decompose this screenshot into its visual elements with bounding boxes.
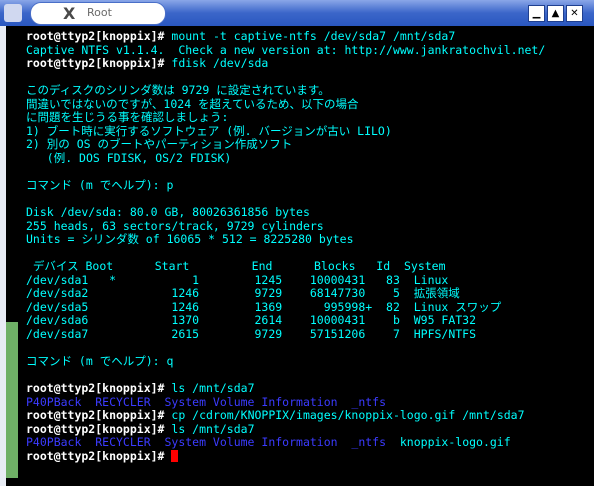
terminal-text: (例. DOS FDISK, OS/2 FDISK) xyxy=(26,150,232,165)
terminal-line: 255 heads, 63 sectors/track, 9729 cylind… xyxy=(26,218,545,234)
close-button[interactable]: ✕ xyxy=(566,5,583,22)
terminal-line: Units = シリンダ数 of 16065 * 512 = 8225280 b… xyxy=(26,232,545,247)
terminal-line: /dev/sda6 1370 2614 10000431 b W95 FAT32 xyxy=(26,314,545,328)
terminal-text: /dev/sda7 2615 9729 57151206 7 HPFS/NTFS xyxy=(26,327,477,342)
terminal-text: Units = シリンダ数 of 16065 * 512 = 8225280 b… xyxy=(26,232,354,247)
terminal-area[interactable]: root@ttyp2[knoppix]# mount -t captive-nt… xyxy=(6,26,594,486)
directory-listing: P40PBack RECYCLER System Volume Informat… xyxy=(26,435,387,450)
terminal-line: /dev/sda7 2615 9729 57151206 7 HPFS/NTFS xyxy=(26,327,545,342)
terminal-line: 1) ブート時に実行するソフトウェア (例. バージョンが古い LILO) xyxy=(26,123,545,139)
x-logo-icon: X xyxy=(63,4,76,23)
terminal-line: P40PBack RECYCLER System Volume Informat… xyxy=(26,436,545,450)
terminal-text: ls /mnt/sda7 xyxy=(164,381,255,396)
terminal-output: root@ttyp2[knoppix]# mount -t captive-nt… xyxy=(26,29,546,464)
shell-prompt: root@ttyp2[knoppix]# xyxy=(26,408,165,423)
terminal-text: /dev/sda2 1246 9729 68147730 5 拡張領域 xyxy=(26,286,460,301)
terminal-line: Captive NTFS v1.1.4. Check a new version… xyxy=(26,42,546,58)
terminal-text: 2) 別の OS のブートやパーティション作成ソフト xyxy=(26,137,293,152)
terminal-text: Disk /dev/sda: 80.0 GB, 80026361856 byte… xyxy=(26,205,310,220)
minimize-button[interactable]: ▁ xyxy=(528,5,545,22)
terminal-line: /dev/sda1 * 1 1245 10000431 83 Linux xyxy=(26,272,545,288)
terminal-line: root@ttyp2[knoppix]# ls /mnt/sda7 xyxy=(26,421,545,437)
terminal-text: /dev/sda6 1370 2614 10000431 b W95 FAT32 xyxy=(26,313,477,328)
text-cursor xyxy=(171,449,179,462)
window-menu-icon[interactable] xyxy=(4,4,22,22)
terminal-text: デバイス Boot Start End Blocks Id System xyxy=(26,259,446,274)
terminal-line: に問題を生じうる事を確認しましょう: xyxy=(26,111,545,125)
terminal-line: コマンド (m でヘルプ): p xyxy=(26,178,545,193)
shell-prompt: root@ttyp2[knoppix]# xyxy=(26,56,165,71)
shell-prompt: root@ttyp2[knoppix]# xyxy=(26,448,165,463)
terminal-text: Captive NTFS v1.1.4. Check a new version… xyxy=(26,42,546,57)
terminal-line: root@ttyp2[knoppix]# fdisk /dev/sda xyxy=(26,56,545,71)
terminal-text: ls /mnt/sda7 xyxy=(164,421,255,436)
terminal-text: 1) ブート時に実行するソフトウェア (例. バージョンが古い LILO) xyxy=(26,123,392,138)
terminal-line: root@ttyp2[knoppix]# mount -t captive-nt… xyxy=(26,29,545,44)
terminal-line: Disk /dev/sda: 80.0 GB, 80026361856 byte… xyxy=(26,205,545,220)
terminal-line: root@ttyp2[knoppix]# xyxy=(26,448,545,464)
terminal-line: root@ttyp2[knoppix]# cp /cdrom/KNOPPIX/i… xyxy=(26,409,545,423)
terminal-scrollbar[interactable] xyxy=(6,322,18,478)
shell-prompt: root@ttyp2[knoppix]# xyxy=(26,421,165,436)
terminal-line: /dev/sda2 1246 9729 68147730 5 拡張領域 xyxy=(26,287,545,301)
terminal-text: knoppix-logo.gif xyxy=(386,435,511,450)
terminal-text: 255 heads, 63 sectors/track, 9729 cylind… xyxy=(26,218,324,233)
terminal-line: デバイス Boot Start End Blocks Id System xyxy=(26,260,545,274)
terminal-line: /dev/sda5 1246 1369 995998+ 82 Linux スワッ… xyxy=(26,299,545,315)
terminal-text: コマンド (m でヘルプ): q xyxy=(26,354,174,369)
terminal-line: このディスクのシリンダ数は 9729 に設定されています。 xyxy=(26,83,545,98)
terminal-text: fdisk /dev/sda xyxy=(164,56,269,71)
terminal-line: P40PBack RECYCLER System Volume Informat… xyxy=(26,394,545,410)
terminal-text: cp /cdrom/KNOPPIX/images/knoppix-logo.gi… xyxy=(164,408,525,423)
terminal-line: 2) 別の OS のブートやパーティション作成ソフト xyxy=(26,138,545,152)
window-title: Root xyxy=(87,6,112,19)
directory-listing: P40PBack RECYCLER System Volume Informat… xyxy=(26,394,387,409)
window-titlebar[interactable]: X Root ▁ ▲ ✕ xyxy=(0,0,594,26)
terminal-text: /dev/sda1 * 1 1245 10000431 83 Linux xyxy=(26,272,449,287)
terminal-text: 間違いではないのですが、1024 を超えているため、以下の場合 xyxy=(26,96,359,111)
terminal-text: /dev/sda5 1246 1369 995998+ 82 Linux スワッ… xyxy=(26,299,502,314)
window-title-tab[interactable]: X Root xyxy=(30,2,166,25)
terminal-text: このディスクのシリンダ数は 9729 に設定されています。 xyxy=(26,83,330,98)
shell-prompt: root@ttyp2[knoppix]# xyxy=(26,29,165,43)
shell-prompt: root@ttyp2[knoppix]# xyxy=(26,381,165,396)
terminal-text: に問題を生じうる事を確認しましょう: xyxy=(26,110,229,125)
terminal-line: コマンド (m でヘルプ): q xyxy=(26,354,545,369)
terminal-text: コマンド (m でヘルプ): p xyxy=(26,178,174,193)
terminal-line: root@ttyp2[knoppix]# ls /mnt/sda7 xyxy=(26,381,545,396)
maximize-button[interactable]: ▲ xyxy=(547,5,564,22)
terminal-text: mount -t captive-ntfs /dev/sda7 /mnt/sda… xyxy=(164,29,456,43)
terminal-line: 間違いではないのですが、1024 を超えているため、以下の場合 xyxy=(26,96,545,112)
terminal-line: (例. DOS FDISK, OS/2 FDISK) xyxy=(26,150,545,166)
